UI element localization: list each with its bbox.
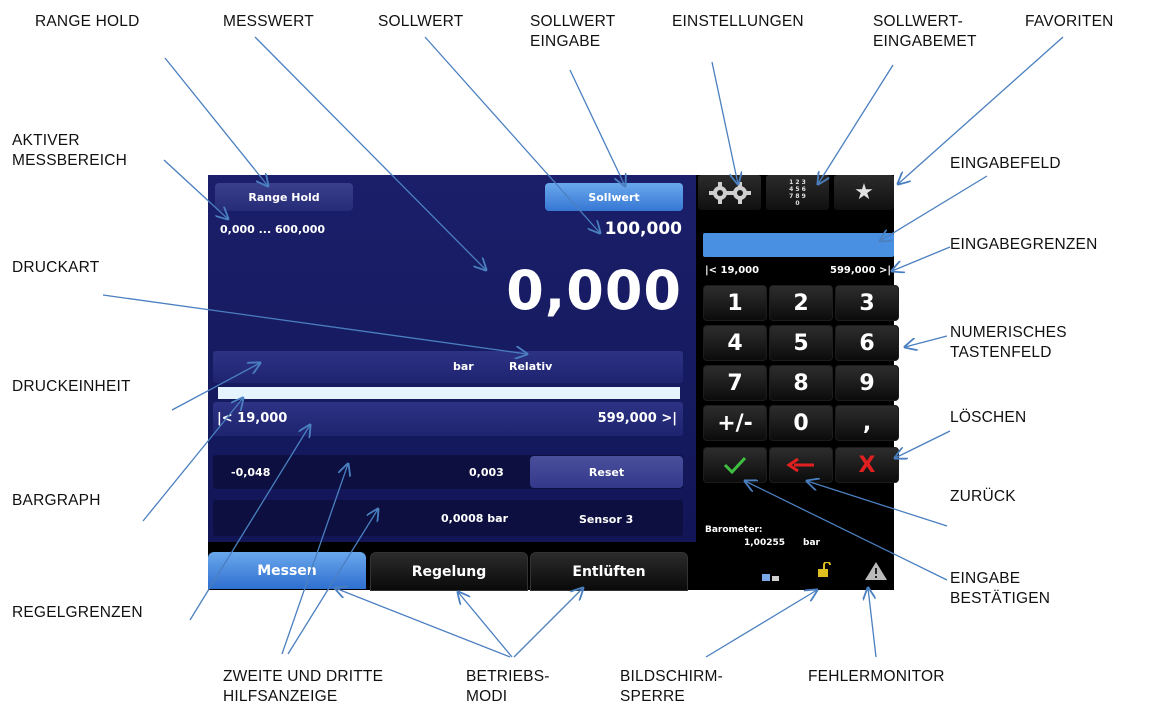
favorites-button[interactable]: ★ [834,175,894,210]
leader-tastenfeld [905,335,948,347]
active-range-text: 0,000 ... 600,000 [220,223,326,236]
callout-betriebsmodi: BETRIEBS- MODI [466,668,550,705]
barometer-label: Barometer: [705,525,763,535]
callout-messwert: MESSWERT [223,13,314,30]
barometer-value: 1,00255 [744,538,785,548]
aux2-right-value: 0,003 [469,466,504,479]
callout-bargraph: BARGRAPH [12,492,101,509]
leader-sollwert-eingabe [569,69,625,186]
reading-value: 0,000 [506,259,682,322]
screen-lock-icon[interactable] [817,561,831,582]
callout-favoriten: FAVORITEN [1025,13,1114,30]
unit-type-row: bar Relativ [213,351,683,383]
mode-regelung-tab[interactable]: Regelung [370,552,528,591]
error-monitor-icon[interactable] [864,561,888,585]
aux-display-2: -0,048 0,003 Reset [213,455,683,489]
leader-range-hold [164,57,268,186]
reset-button[interactable]: Reset [530,456,683,488]
back-button[interactable] [769,447,833,483]
leader-modi-messen [335,588,511,658]
callout-range-hold: RANGE HOLD [35,13,140,30]
leader-eingabefeld [880,175,988,241]
star-icon: ★ [854,180,874,205]
bargraph-fill [218,387,680,399]
key-0[interactable]: 0 [769,405,833,441]
callout-sollwert-eingabe: SOLLWERT EINGABE [530,13,616,50]
control-limit-min: |< 19,000 [217,411,288,426]
pressure-unit[interactable]: bar [453,360,474,373]
setpoint-value[interactable]: 100,000 [605,219,682,239]
leader-bildschirmsperre [705,590,817,658]
range-hold-button[interactable]: Range Hold [215,183,353,211]
key-comma[interactable]: , [835,405,899,441]
callout-druckeinheit: DRUCKEINHEIT [12,378,131,395]
callout-sollwert: SOLLWERT [378,13,464,30]
callout-loeschen: LÖSCHEN [950,409,1027,426]
leader-eingabegrenzen [892,246,951,271]
callout-zurueck: ZURÜCK [950,488,1016,505]
entry-field[interactable] [703,233,894,257]
numpad-icon[interactable]: 1 2 3 4 5 6 7 8 9 0 [766,175,829,210]
callout-aktiver-messbereich: AKTIVER MESSBEREICH [12,132,128,169]
callout-zweite-dritte: ZWEITE UND DRITTE HILFSANZEIGE [223,668,384,705]
key-9[interactable]: 9 [835,365,899,401]
callout-fehlermonitor: FEHLERMONITOR [808,668,945,685]
aux2-left-value: -0,048 [231,466,271,479]
entry-limit-min: |< 19,000 [705,265,760,276]
mode-messen-tab[interactable]: Messen [208,552,366,589]
callout-sollwert-eingabemethode: SOLLWERT- EINGABEMET [873,13,977,50]
sollwert-button[interactable]: Sollwert [545,183,683,211]
status-screen-icon [762,568,780,587]
back-arrow-icon [786,458,814,472]
barometer-unit: bar [803,538,820,548]
leader-eingabemethode [818,64,894,184]
clear-button[interactable]: X [835,447,899,483]
key-7[interactable]: 7 [703,365,767,401]
clear-x-icon: X [858,452,876,478]
key-1[interactable]: 1 [703,285,767,321]
gears-icon [708,181,751,204]
leader-modi-entlueften [513,588,583,658]
entry-limit-max: 599,000 >| [830,265,892,276]
callout-numerisches-tastenfeld: NUMERISCHES TASTENFELD [950,324,1067,361]
pressure-type[interactable]: Relativ [509,360,552,373]
control-limits-row: |< 19,000 599,000 >| [213,402,683,436]
callout-druckart: DRUCKART [12,259,100,276]
mode-entlueften-tab[interactable]: Entlüften [530,552,688,591]
control-limit-max: 599,000 >| [597,411,677,426]
confirm-button[interactable] [703,447,767,483]
leader-loeschen [895,430,951,458]
callout-eingabefeld: EINGABEFELD [950,155,1061,172]
callout-regelgrenzen: REGELGRENZEN [12,604,143,621]
aux3-sensor: Sensor 3 [579,513,634,526]
check-icon [723,456,747,474]
bargraph [218,387,680,399]
key-3[interactable]: 3 [835,285,899,321]
settings-button[interactable] [698,175,761,210]
key-4[interactable]: 4 [703,325,767,361]
callout-bildschirmsperre: BILDSCHIRM- SPERRE [620,668,723,705]
callout-eingabegrenzen: EINGABEGRENZEN [950,236,1098,253]
key-8[interactable]: 8 [769,365,833,401]
leader-einstellungen [711,61,738,184]
aux-display-3: 0,0008 bar Sensor 3 [213,500,683,536]
key-5[interactable]: 5 [769,325,833,361]
leader-fehlermonitor [868,588,877,658]
callout-einstellungen: EINSTELLUNGEN [672,13,804,30]
callout-eingabe-bestaetigen: EINGABE BESTÄTIGEN [950,570,1051,607]
key-2[interactable]: 2 [769,285,833,321]
key-6[interactable]: 6 [835,325,899,361]
aux3-value: 0,0008 bar [441,512,508,525]
leader-modi-regelung [458,592,513,658]
device-screen: Range Hold 0,000 ... 600,000 Sollwert 10… [208,175,899,591]
key-plus-minus[interactable]: +/- [703,405,767,441]
main-display-panel: Range Hold 0,000 ... 600,000 Sollwert 10… [208,175,696,542]
